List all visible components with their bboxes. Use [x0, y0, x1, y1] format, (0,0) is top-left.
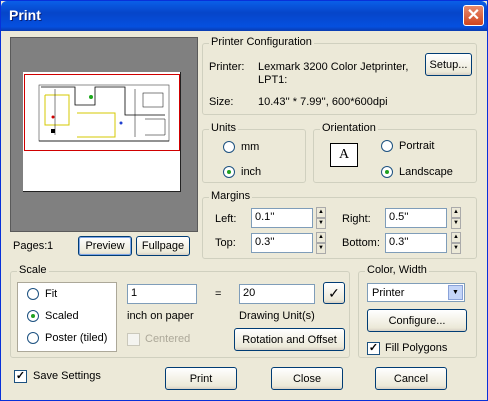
apply-scale-button[interactable]: ✓ — [323, 282, 345, 304]
fullpage-button[interactable]: Fullpage — [136, 236, 190, 256]
orientation-portrait-label: Portrait — [399, 140, 435, 152]
units-inch-radio[interactable] — [223, 166, 235, 178]
configure-button[interactable]: Configure... — [367, 309, 467, 332]
scale-poster-radio[interactable] — [27, 332, 39, 344]
scale-legend: Scale — [17, 264, 49, 276]
window-title: Print — [9, 7, 41, 23]
print-button[interactable]: Print — [165, 367, 237, 390]
preview-paper — [23, 72, 181, 192]
margin-right-label: Right: — [342, 213, 371, 225]
printer-configuration-legend: Printer Configuration — [209, 36, 314, 48]
fill-polygons-checkbox[interactable]: ✓ — [367, 342, 380, 355]
fill-polygons-label: Fill Polygons — [385, 342, 448, 354]
scale-paper-input[interactable]: 1 — [127, 284, 197, 304]
orientation-landscape-label: Landscape — [399, 166, 453, 178]
scale-paper-caption: inch on paper — [127, 310, 194, 322]
pages-label: Pages: — [13, 240, 48, 252]
scale-fit-label: Fit — [45, 288, 58, 300]
print-area-frame — [24, 74, 180, 151]
units-group: Units mm inch — [202, 122, 306, 183]
scale-group: Scale Fit Scaled Poster (tiled) 1 = 20 ✓… — [10, 264, 350, 358]
drawing-thumbnail — [38, 84, 170, 142]
margin-right-spinner[interactable]: ▲ ▼ — [451, 207, 461, 229]
cancel-button[interactable]: Cancel — [375, 367, 447, 390]
scale-equals-sign: = — [215, 288, 222, 300]
save-settings-label: Save Settings — [33, 370, 101, 382]
scale-fit-radio[interactable] — [27, 288, 39, 300]
scale-drawing-input[interactable]: 20 — [239, 284, 315, 304]
scale-scaled-radio[interactable] — [27, 310, 39, 322]
color-width-select-value: Printer — [372, 287, 405, 299]
print-preview-pane — [10, 37, 198, 232]
margin-top-input[interactable]: 0.3'' — [251, 233, 313, 253]
close-icon[interactable]: ✕ — [463, 5, 484, 26]
margin-bottom-spinner[interactable]: ▲ ▼ — [451, 232, 461, 254]
rotation-offset-button[interactable]: Rotation and Offset — [234, 328, 345, 351]
orientation-legend: Orientation — [320, 122, 378, 134]
orientation-portrait-radio[interactable] — [381, 140, 393, 152]
units-mm-label: mm — [241, 141, 260, 153]
margin-top-spinner[interactable]: ▲ ▼ — [316, 232, 326, 254]
margin-bottom-label: Bottom: — [342, 237, 380, 249]
dropdown-arrow-icon[interactable]: ▼ — [448, 285, 463, 300]
color-width-legend: Color, Width — [365, 264, 429, 276]
units-inch-label: inch — [241, 166, 262, 178]
centered-label: Centered — [145, 333, 191, 345]
scale-scaled-label: Scaled — [45, 310, 79, 322]
units-legend: Units — [209, 122, 239, 134]
setup-button[interactable]: Setup... — [425, 53, 472, 76]
paper-size-value: 10.43'' * 7.99'', 600*600dpi — [258, 96, 388, 108]
margin-right-input[interactable]: 0.5'' — [385, 208, 447, 228]
size-label: Size: — [209, 96, 234, 108]
scale-poster-label: Poster (tiled) — [45, 332, 108, 344]
units-mm-radio[interactable] — [223, 141, 235, 153]
margin-left-input[interactable]: 0.1'' — [251, 208, 313, 228]
close-button[interactable]: Close — [271, 367, 343, 390]
scale-drawing-caption: Drawing Unit(s) — [239, 310, 315, 322]
orientation-group: Orientation A Portrait Landscape — [313, 122, 477, 183]
title-bar[interactable]: Print ✕ — [1, 1, 487, 31]
margins-legend: Margins — [209, 190, 253, 202]
centered-checkbox[interactable] — [127, 333, 140, 346]
preview-button[interactable]: Preview — [78, 236, 132, 256]
margin-bottom-input[interactable]: 0.3'' — [385, 233, 447, 253]
orientation-preview-icon: A — [330, 143, 358, 167]
pages-count: 1 — [47, 240, 54, 252]
printer-name: Lexmark 3200 Color Jetprinter, LPT1: — [258, 61, 409, 86]
printer-configuration-group: Printer Configuration Printer: Lexmark 3… — [202, 36, 477, 115]
margin-left-spinner[interactable]: ▲ ▼ — [316, 207, 326, 229]
printer-label: Printer: — [209, 61, 245, 73]
margin-left-label: Left: — [215, 213, 237, 225]
margins-group: Margins Left: 0.1'' ▲ ▼ Right: 0.5'' ▲ ▼ T… — [202, 190, 477, 259]
print-dialog: Print ✕ Pages: 1 Preview Fullpage Printe… — [0, 0, 488, 401]
color-width-select[interactable]: Printer ▼ — [367, 283, 465, 302]
save-settings-checkbox[interactable]: ✓ — [14, 370, 27, 383]
orientation-icon-letter: A — [339, 147, 350, 162]
orientation-landscape-radio[interactable] — [381, 166, 393, 178]
margin-top-label: Top: — [215, 237, 236, 249]
color-width-group: Color, Width Printer ▼ Configure... ✓ Fi… — [358, 264, 477, 358]
